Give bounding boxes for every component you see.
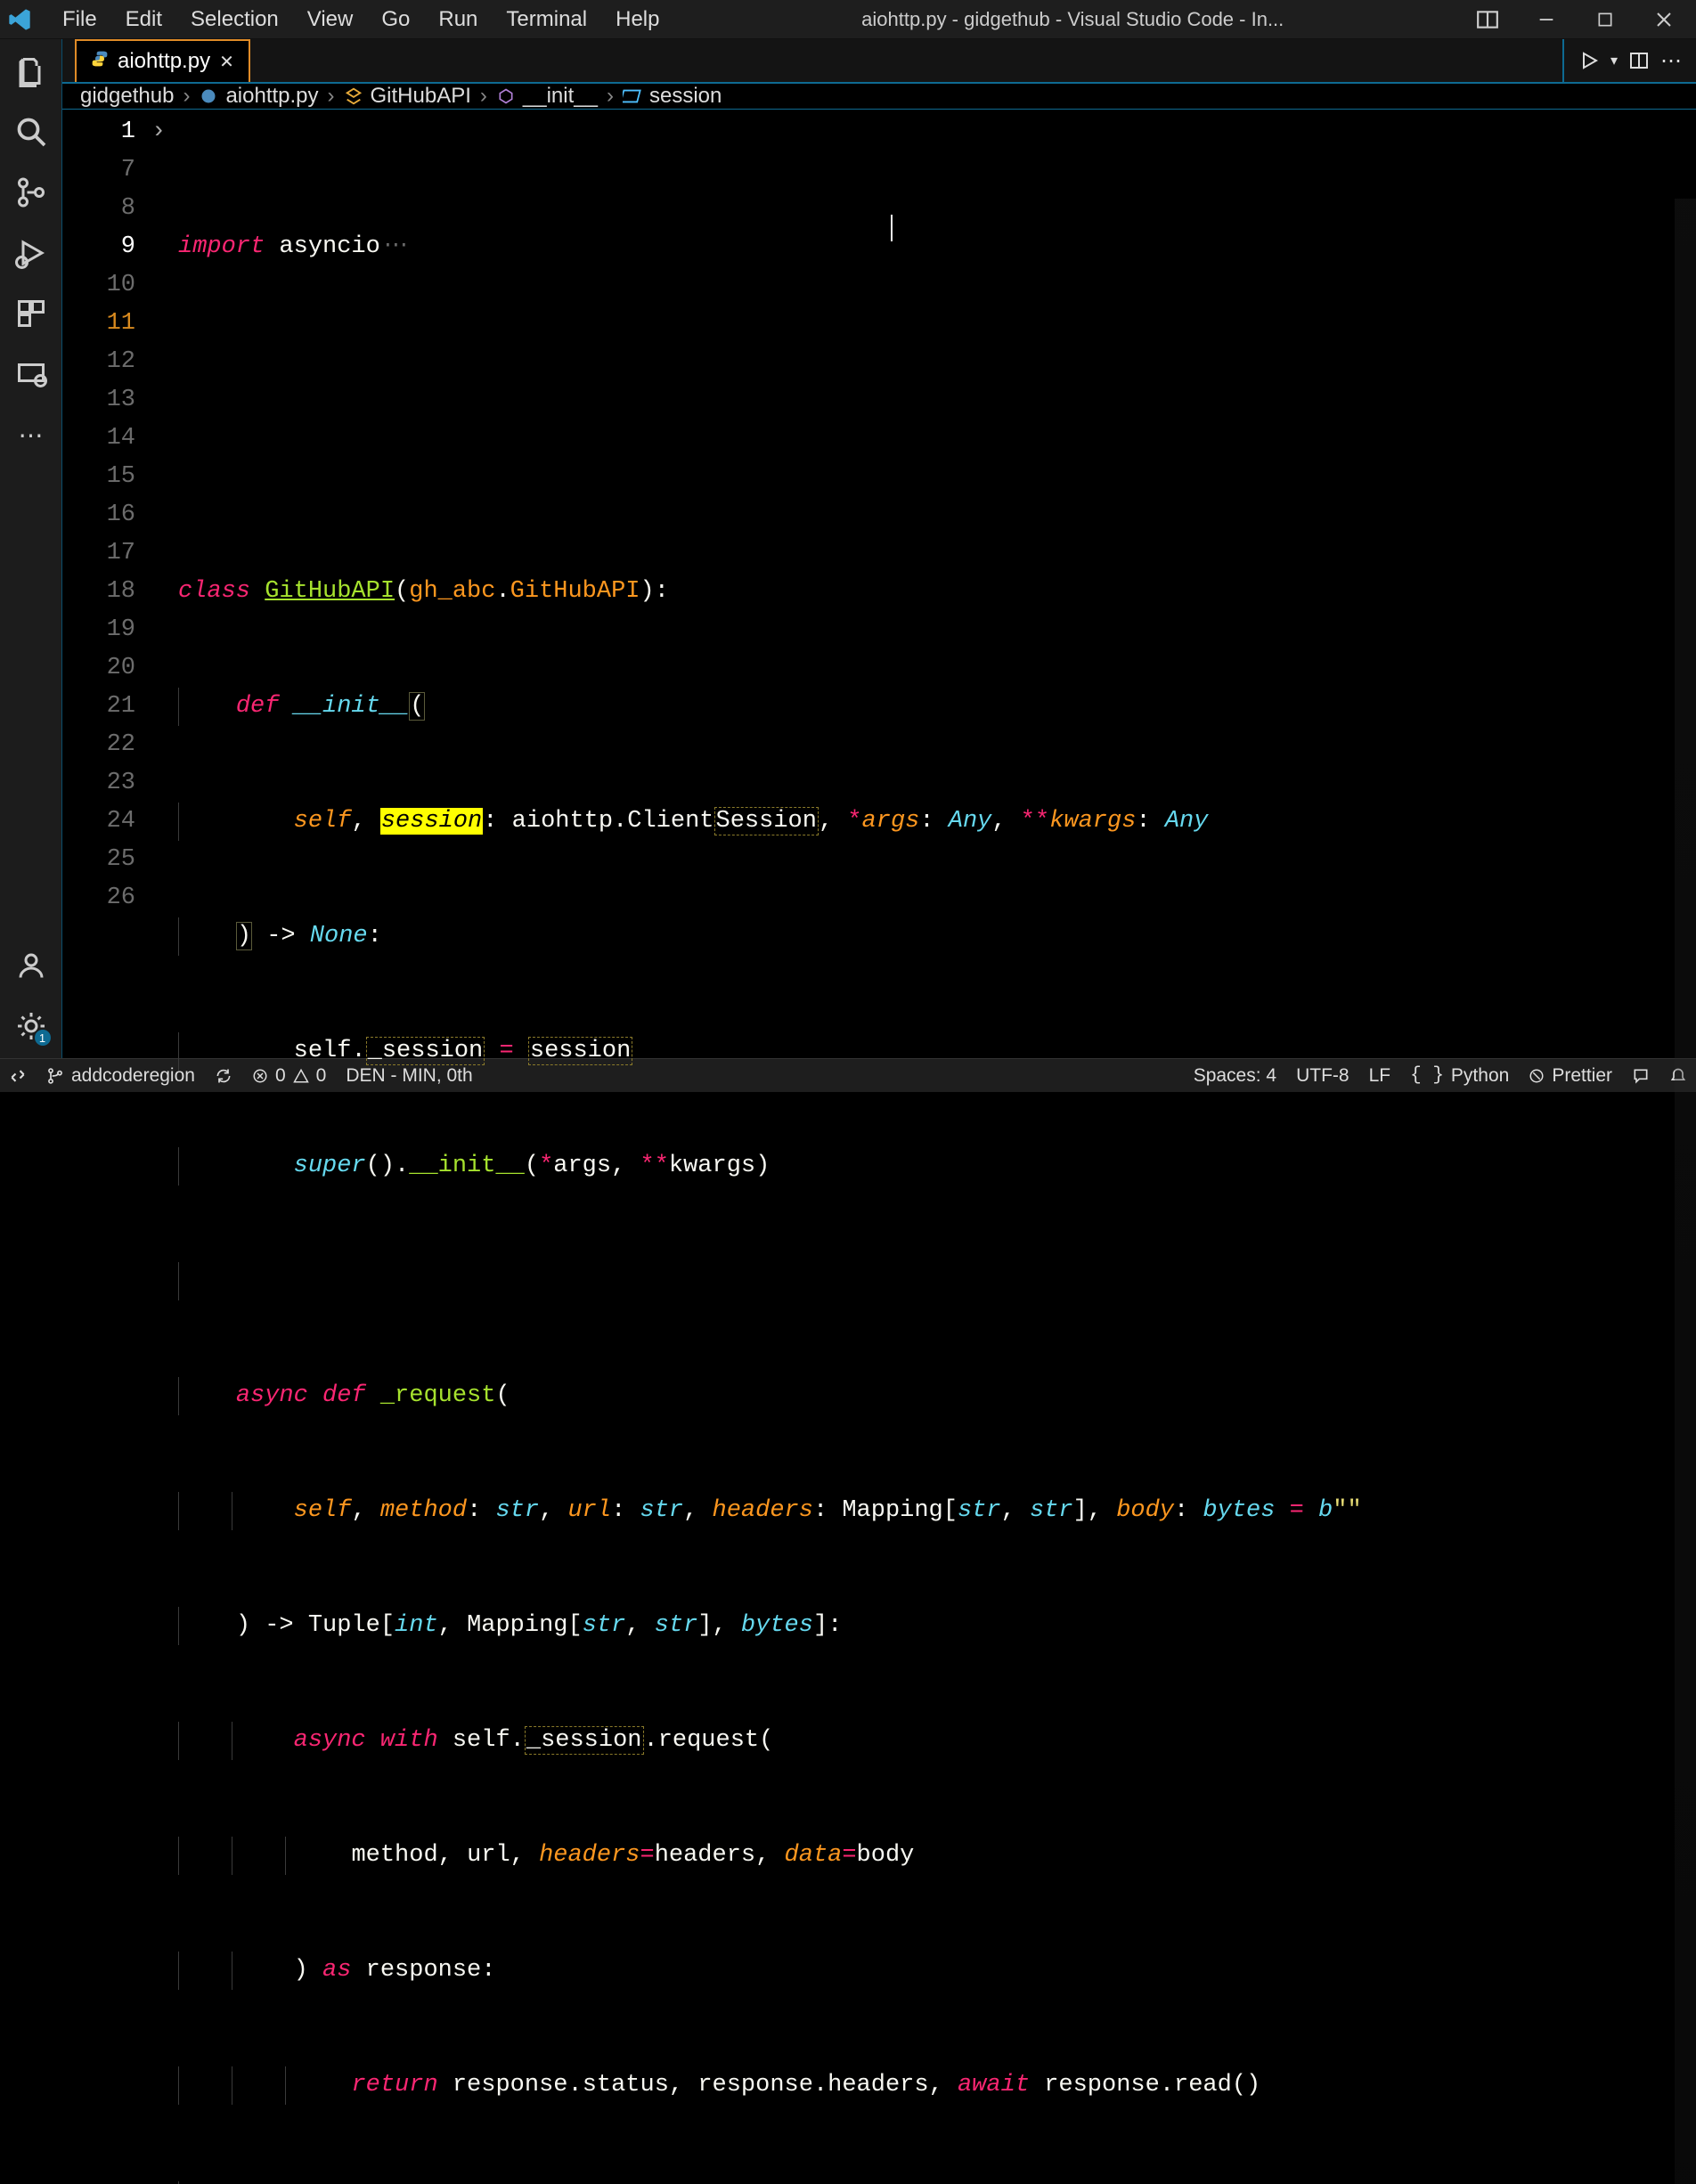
python-file-icon [91, 49, 109, 74]
remote-indicator[interactable] [9, 1067, 27, 1085]
run-button[interactable] [1578, 50, 1600, 71]
code-content[interactable]: import asyncio⋯ class GitHubAPI(gh_abc.G… [178, 110, 1696, 2184]
more-icon[interactable]: ⋯ [15, 419, 47, 451]
source-control-icon[interactable] [15, 176, 47, 208]
breadcrumb-method[interactable]: __init__ [496, 84, 598, 109]
code-editor[interactable]: 1 7 8 9 10 11 12 13 14 15 16 17 18 19 20… [62, 110, 1696, 2184]
search-icon[interactable] [15, 116, 47, 148]
more-actions-icon[interactable]: ⋯ [1660, 48, 1682, 74]
vscode-logo-icon [7, 7, 32, 32]
title-bar: File Edit Selection View Go Run Terminal… [0, 0, 1696, 39]
maximize-button[interactable] [1589, 4, 1621, 36]
account-icon[interactable] [15, 949, 47, 982]
menu-edit[interactable]: Edit [111, 2, 176, 37]
menu-go[interactable]: Go [367, 2, 424, 37]
chevron-right-icon: › [607, 84, 614, 109]
breadcrumb-file[interactable]: aiohttp.py [199, 84, 318, 109]
minimap[interactable] [1675, 199, 1696, 2184]
variable-symbol-icon [623, 86, 642, 106]
extensions-icon[interactable] [15, 297, 47, 330]
fold-collapsed-icon[interactable]: › [151, 113, 166, 151]
activity-bar: ⋯ 1 [0, 39, 62, 1058]
explorer-icon[interactable] [15, 55, 47, 87]
menu-selection[interactable]: Selection [176, 2, 293, 37]
breadcrumb-repo[interactable]: gidgethub [80, 84, 174, 109]
menu-help[interactable]: Help [601, 2, 673, 37]
chevron-right-icon: › [328, 84, 335, 109]
minimize-button[interactable] [1530, 4, 1562, 36]
editor-area: aiohttp.py ✕ ▾ ⋯ gidgethub › [62, 39, 1696, 1058]
layout-icon[interactable] [1472, 4, 1504, 36]
run-dropdown[interactable]: ▾ [1610, 52, 1618, 69]
editor-tabs: aiohttp.py ✕ ▾ ⋯ [62, 39, 1696, 84]
menu-file[interactable]: File [48, 2, 111, 37]
chevron-right-icon: › [183, 84, 190, 109]
breadcrumb-class[interactable]: GitHubAPI [344, 84, 471, 109]
tab-aiohttp[interactable]: aiohttp.py ✕ [75, 39, 250, 82]
fold-gutter: › [151, 110, 178, 2184]
editor-actions: ▾ ⋯ [1562, 39, 1696, 82]
close-button[interactable] [1648, 4, 1680, 36]
python-file-icon [199, 86, 218, 106]
tab-label: aiohttp.py [118, 49, 210, 74]
split-editor-icon[interactable] [1628, 50, 1650, 71]
class-symbol-icon [344, 86, 363, 106]
breadcrumb-symbol[interactable]: session [623, 84, 722, 109]
line-gutter: 1 7 8 9 10 11 12 13 14 15 16 17 18 19 20… [62, 110, 151, 2184]
chevron-right-icon: › [480, 84, 487, 109]
method-symbol-icon [496, 86, 516, 106]
menu-terminal[interactable]: Terminal [492, 2, 601, 37]
remote-icon[interactable] [15, 358, 47, 390]
close-tab-icon[interactable]: ✕ [219, 51, 234, 73]
menu-view[interactable]: View [293, 2, 368, 37]
menu-run[interactable]: Run [424, 2, 492, 37]
window-title: aiohttp.py - gidgethub - Visual Studio C… [673, 8, 1472, 31]
settings-icon[interactable]: 1 [15, 1010, 47, 1042]
breadcrumbs[interactable]: gidgethub › aiohttp.py › GitHubAPI › [62, 84, 1696, 110]
run-debug-icon[interactable] [15, 237, 47, 269]
menu-bar: File Edit Selection View Go Run Terminal… [48, 2, 673, 37]
window-controls [1472, 4, 1689, 36]
